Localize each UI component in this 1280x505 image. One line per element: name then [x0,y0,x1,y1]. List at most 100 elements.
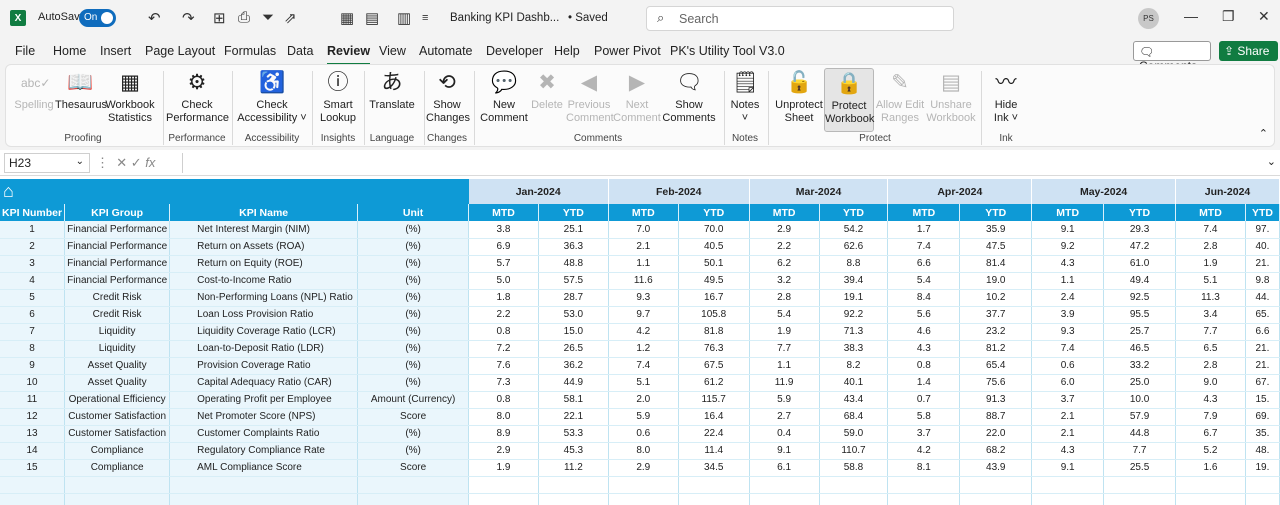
kpi-cell[interactable]: Compliance [64,459,171,477]
value-cell[interactable]: 61.0 [1103,255,1176,273]
value-cell[interactable]: 35. [1245,425,1280,443]
value-cell[interactable]: 58.1 [538,391,609,409]
value-cell[interactable]: 34.5 [678,459,750,477]
kpi-cell[interactable]: Compliance [64,442,171,460]
kpi-cell[interactable]: Credit Risk [64,289,171,307]
value-cell[interactable]: 0.8 [887,357,961,375]
kpi-cell[interactable]: (%) [357,255,470,273]
filter-icon[interactable]: ⏷ [262,9,274,26]
tab-developer[interactable]: Developer [486,44,543,58]
value-cell[interactable]: 67. [1245,374,1280,392]
value-cell[interactable]: 69. [1245,408,1280,426]
value-cell[interactable]: 48. [1245,442,1280,460]
value-cell[interactable]: 11.9 [749,374,820,392]
value-cell[interactable]: 28.7 [538,289,609,307]
value-cell[interactable]: 4.3 [1175,391,1246,409]
value-cell[interactable]: 37.7 [959,306,1033,324]
value-cell[interactable] [538,476,609,494]
value-cell[interactable]: 26.5 [538,340,609,358]
value-cell[interactable]: 97. [1245,221,1280,239]
kpi-cell[interactable]: Financial Performance [64,238,171,256]
value-cell[interactable]: 70.0 [678,221,750,239]
value-cell[interactable]: 2.7 [749,408,820,426]
kpi-cell[interactable]: 14 [0,442,66,460]
value-cell[interactable]: 88.7 [959,408,1033,426]
value-cell[interactable]: 5.1 [608,374,679,392]
value-cell[interactable]: 2.9 [749,221,820,239]
next-comment-button[interactable]: ▶ Next Comment [612,68,662,132]
kpi-cell[interactable]: (%) [357,221,470,239]
kpi-cell[interactable]: (%) [357,425,470,443]
value-cell[interactable] [887,493,961,505]
kpi-cell[interactable]: (%) [357,323,470,341]
kpi-cell[interactable]: 6 [0,306,66,324]
value-cell[interactable]: 9.3 [608,289,679,307]
value-cell[interactable]: 7.7 [1103,442,1176,460]
check-accessibility-button[interactable]: ♿ Check Accessibility ˅ [236,68,308,132]
value-cell[interactable]: 0.6 [608,425,679,443]
value-cell[interactable]: 2.8 [1175,357,1246,375]
value-cell[interactable]: 0.8 [468,323,539,341]
autosave-toggle[interactable]: On [79,9,116,27]
value-cell[interactable]: 9.1 [1031,459,1105,477]
value-cell[interactable]: 65. [1245,306,1280,324]
value-cell[interactable] [1103,476,1176,494]
value-cell[interactable]: 44.9 [538,374,609,392]
value-cell[interactable]: 36.2 [538,357,609,375]
value-cell[interactable]: 3.7 [887,425,961,443]
value-cell[interactable]: 11.4 [678,442,750,460]
value-cell[interactable]: 45.3 [538,442,609,460]
kpi-cell[interactable]: 3 [0,255,66,273]
kpi-cell[interactable] [357,493,470,505]
value-cell[interactable]: 5.0 [468,272,539,290]
value-cell[interactable]: 7.0 [608,221,679,239]
value-cell[interactable]: 58.8 [819,459,889,477]
borders-icon[interactable]: ⊞ [213,9,226,27]
tab-view[interactable]: View [379,44,406,58]
value-cell[interactable] [1245,493,1280,505]
collapse-ribbon-icon[interactable]: ⌃ [1259,127,1268,140]
value-cell[interactable]: 6.2 [749,255,820,273]
share-icon[interactable]: ⇗ [284,9,297,27]
value-cell[interactable]: 68.2 [959,442,1033,460]
minimize-icon[interactable]: — [1184,8,1198,24]
value-cell[interactable]: 2.2 [468,306,539,324]
kpi-cell[interactable]: Amount (Currency) [357,391,470,409]
tab-automate[interactable]: Automate [419,44,473,58]
value-cell[interactable]: 5.2 [1175,442,1246,460]
kpi-cell[interactable]: (%) [357,374,470,392]
value-cell[interactable]: 35.9 [959,221,1033,239]
show-comments-button[interactable]: 🗨 Show Comments [662,68,716,132]
value-cell[interactable]: 1.1 [1031,272,1105,290]
kpi-cell[interactable]: Liquidity [64,323,171,341]
value-cell[interactable] [749,476,820,494]
value-cell[interactable]: 36.3 [538,238,609,256]
kpi-cell[interactable]: Customer Satisfaction [64,425,171,443]
delete-comment-button[interactable]: ✖ Delete [528,68,566,132]
value-cell[interactable]: 115.7 [678,391,750,409]
value-cell[interactable]: 44. [1245,289,1280,307]
kpi-cell[interactable]: 9 [0,357,66,375]
tab-pk-utility[interactable]: PK's Utility Tool V3.0 [670,44,785,58]
value-cell[interactable]: 1.7 [887,221,961,239]
search-box[interactable]: Search [646,6,954,31]
value-cell[interactable]: 7.7 [1175,323,1246,341]
value-cell[interactable]: 38.3 [819,340,889,358]
value-cell[interactable]: 25.5 [1103,459,1176,477]
value-cell[interactable]: 4.3 [1031,442,1105,460]
value-cell[interactable]: 46.5 [1103,340,1176,358]
value-cell[interactable]: 40.5 [678,238,750,256]
value-cell[interactable]: 4.2 [887,442,961,460]
new-comment-button[interactable]: 💬 New Comment [480,68,528,132]
spreadsheet-grid[interactable]: ⌂ Jan-2024 Feb-2024 Mar-2024 Apr-2024 Ma… [0,179,1280,505]
kpi-cell[interactable] [0,476,66,494]
kpi-cell[interactable]: Regulatory Compliance Rate [169,442,359,460]
value-cell[interactable]: 47.2 [1103,238,1176,256]
tab-power-pivot[interactable]: Power Pivot [594,44,661,58]
value-cell[interactable]: 53.3 [538,425,609,443]
calc-icon[interactable]: ▥ [397,9,411,27]
value-cell[interactable]: 22.1 [538,408,609,426]
value-cell[interactable]: 9.1 [1031,221,1105,239]
value-cell[interactable] [749,493,820,505]
undo-icon[interactable]: ↶ [148,9,161,27]
